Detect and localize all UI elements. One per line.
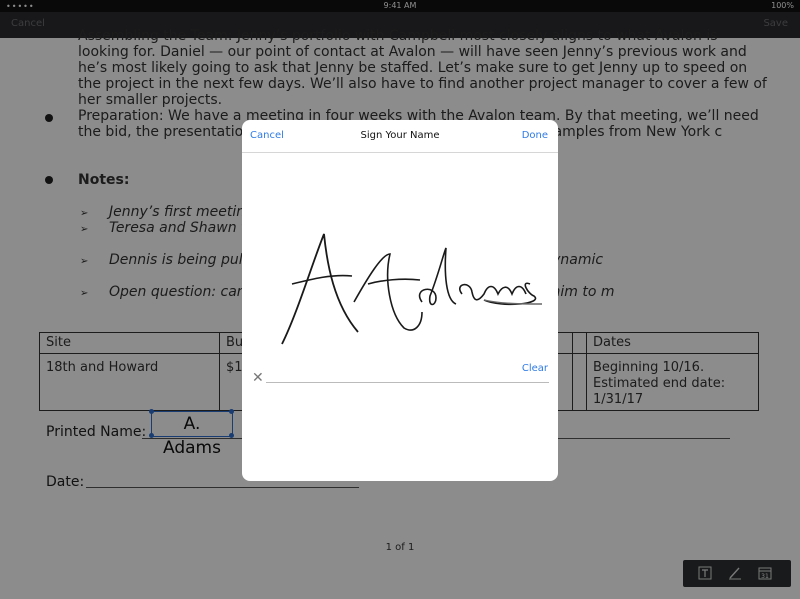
pen-icon[interactable] [727, 565, 743, 581]
calendar-icon[interactable]: 31 [757, 565, 773, 581]
table-cell: Beginning 10/16. Estimated end date: 1/3… [586, 353, 759, 411]
table-cell: 18th and Howard [39, 353, 220, 411]
page-indicator: 1 of 1 [385, 542, 415, 553]
table-header-cell: Site [39, 332, 220, 354]
dialog-done-button[interactable]: Done [522, 130, 548, 141]
clear-button[interactable]: Clear [522, 363, 548, 374]
nav-cancel-button[interactable]: Cancel [11, 18, 45, 29]
resize-handle[interactable] [149, 409, 154, 414]
close-icon: ✕ [252, 370, 264, 386]
resize-handle[interactable] [149, 433, 154, 438]
annotation-toolbar: 31 [683, 560, 791, 587]
dialog-title: Sign Your Name [360, 130, 440, 141]
battery-indicator: 100% [771, 1, 794, 10]
sub-bullet-icon: ➢ [80, 288, 89, 299]
date-line [86, 487, 359, 488]
text-icon[interactable] [697, 565, 713, 581]
printed-name-label: Printed Name: [46, 424, 147, 440]
table-header-cell: Dates [586, 332, 759, 354]
table-header-cell [572, 332, 587, 354]
status-bar: ••••• 9:41 AM 100% [0, 0, 800, 12]
sub-bullet-icon: ➢ [80, 224, 89, 235]
bullet-dot [45, 176, 53, 184]
signature-baseline [266, 382, 549, 383]
sub-bullet-icon: ➢ [80, 256, 89, 267]
sub-bullet-icon: ➢ [80, 208, 89, 219]
table-cell [572, 353, 587, 411]
date-label: Date: [46, 474, 85, 490]
calendar-day: 31 [761, 573, 769, 580]
signature-drawing[interactable] [272, 224, 552, 364]
paragraph-team: Assembling the Team: Jenny’s portfolio w… [78, 28, 767, 108]
dialog-header: Cancel Sign Your Name Done [242, 120, 558, 153]
resize-handle[interactable] [229, 409, 234, 414]
bullet-dot [45, 114, 53, 122]
sign-dialog: Cancel Sign Your Name Done Clear ✕ [242, 120, 558, 481]
printed-name-field[interactable]: A. Adams [151, 411, 233, 458]
resize-handle[interactable] [229, 433, 234, 438]
clock: 9:41 AM [383, 1, 417, 10]
